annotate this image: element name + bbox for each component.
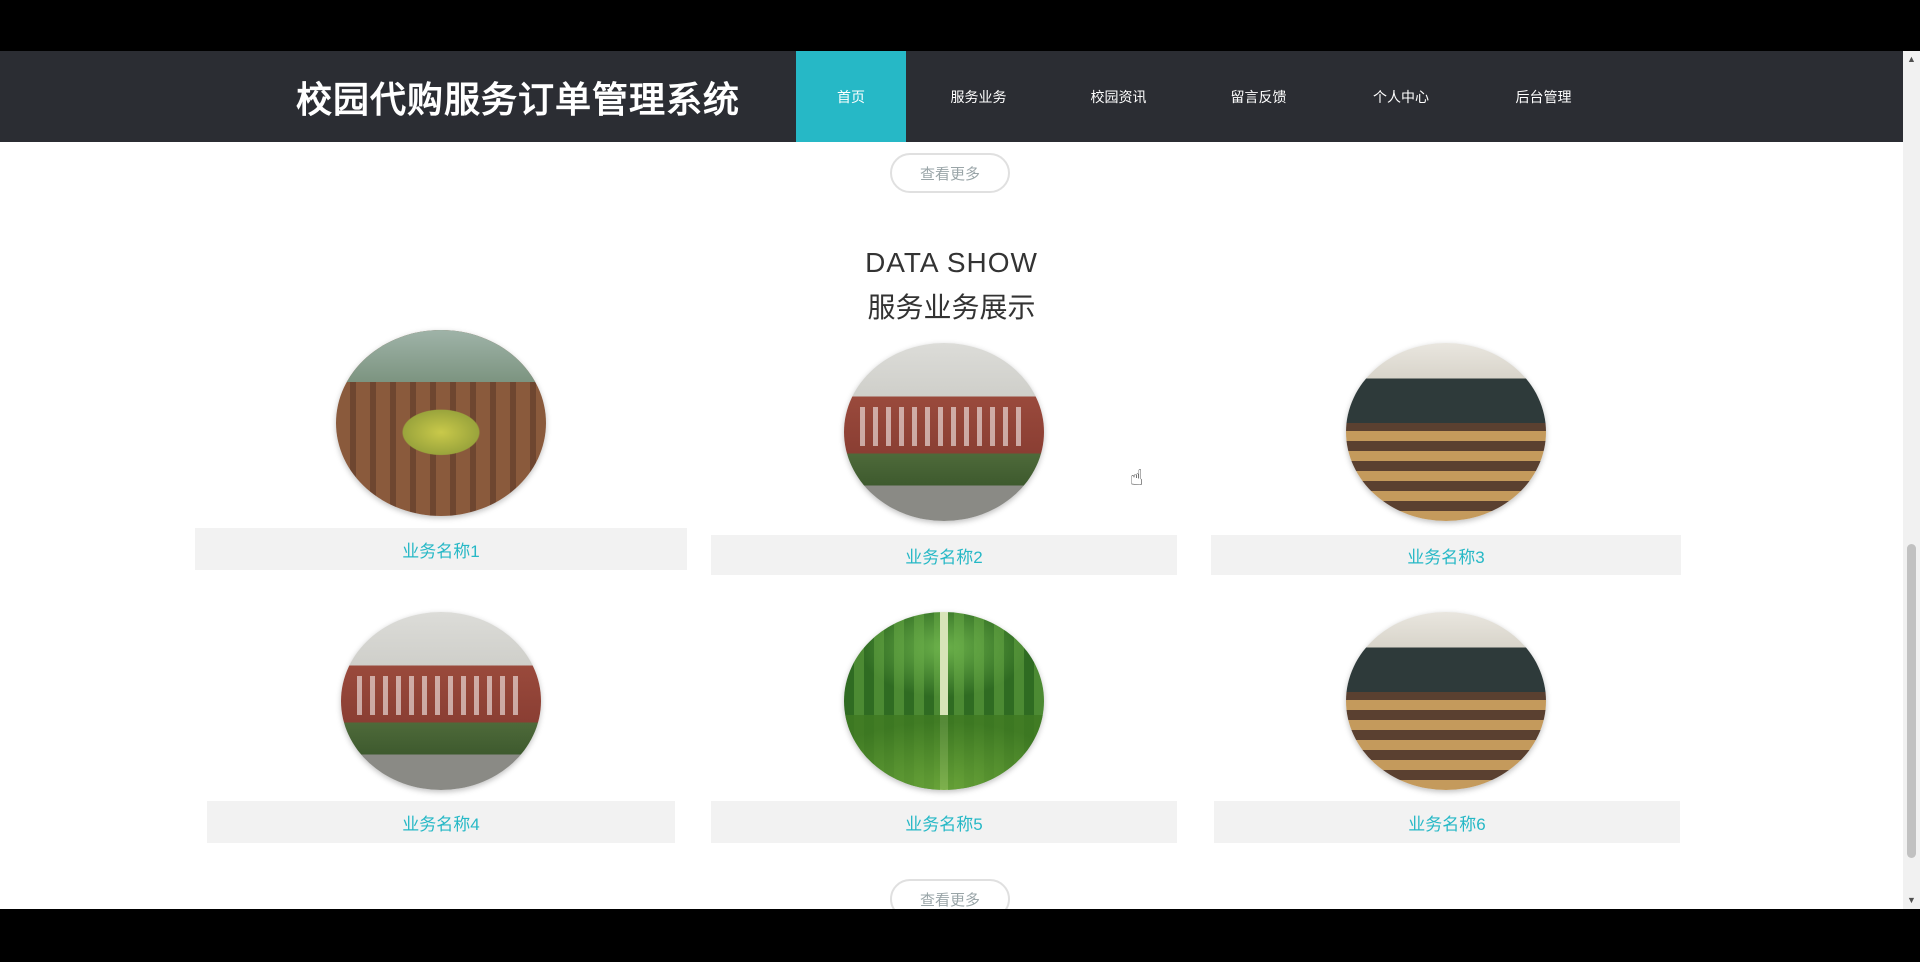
screen-top-bar (0, 0, 1920, 51)
nav-item-services[interactable]: 服务业务 (906, 51, 1051, 142)
view-more-button-bottom[interactable]: 查看更多 (890, 879, 1010, 909)
nav-item-personal-center[interactable]: 个人中心 (1331, 51, 1471, 142)
service-image-4[interactable] (341, 612, 541, 790)
scroll-up-arrow-icon[interactable]: ▲ (1903, 51, 1920, 68)
service-image-3[interactable] (1346, 343, 1546, 521)
nav-item-feedback[interactable]: 留言反馈 (1186, 51, 1331, 142)
nav-item-home[interactable]: 首页 (796, 51, 906, 142)
scroll-down-arrow-icon[interactable]: ▼ (1903, 892, 1920, 909)
service-label-1[interactable]: 业务名称1 (195, 528, 687, 570)
service-image-1[interactable] (336, 330, 546, 516)
service-image-5[interactable] (844, 612, 1044, 790)
nav-item-campus-news[interactable]: 校园资讯 (1051, 51, 1186, 142)
service-label-6[interactable]: 业务名称6 (1214, 801, 1680, 843)
service-image-6[interactable] (1346, 612, 1546, 790)
site-title: 校园代购服务订单管理系统 (296, 80, 741, 121)
service-label-5[interactable]: 业务名称5 (711, 801, 1177, 843)
scrollbar-thumb[interactable] (1907, 544, 1916, 858)
site-header: 校园代购服务订单管理系统 首页 服务业务 校园资讯 留言反馈 个人中心 后台管理 (0, 51, 1903, 142)
service-label-2[interactable]: 业务名称2 (711, 535, 1177, 575)
browser-viewport: 校园代购服务订单管理系统 首页 服务业务 校园资讯 留言反馈 个人中心 后台管理… (0, 51, 1920, 909)
nav-item-admin[interactable]: 后台管理 (1471, 51, 1616, 142)
section-title-en: DATA SHOW (865, 247, 1038, 278)
main-nav: 首页 服务业务 校园资讯 留言反馈 个人中心 后台管理 (796, 51, 1616, 142)
vertical-scrollbar[interactable]: ▲ ▼ (1903, 51, 1920, 909)
screen-bottom-bar (0, 909, 1920, 962)
service-label-3[interactable]: 业务名称3 (1211, 535, 1681, 575)
section-title-cn: 服务业务展示 (867, 291, 1036, 324)
hand-cursor-icon: ☝ (1130, 465, 1144, 490)
view-more-button-top[interactable]: 查看更多 (890, 153, 1010, 193)
service-label-4[interactable]: 业务名称4 (207, 801, 675, 843)
service-image-2[interactable] (844, 343, 1044, 521)
